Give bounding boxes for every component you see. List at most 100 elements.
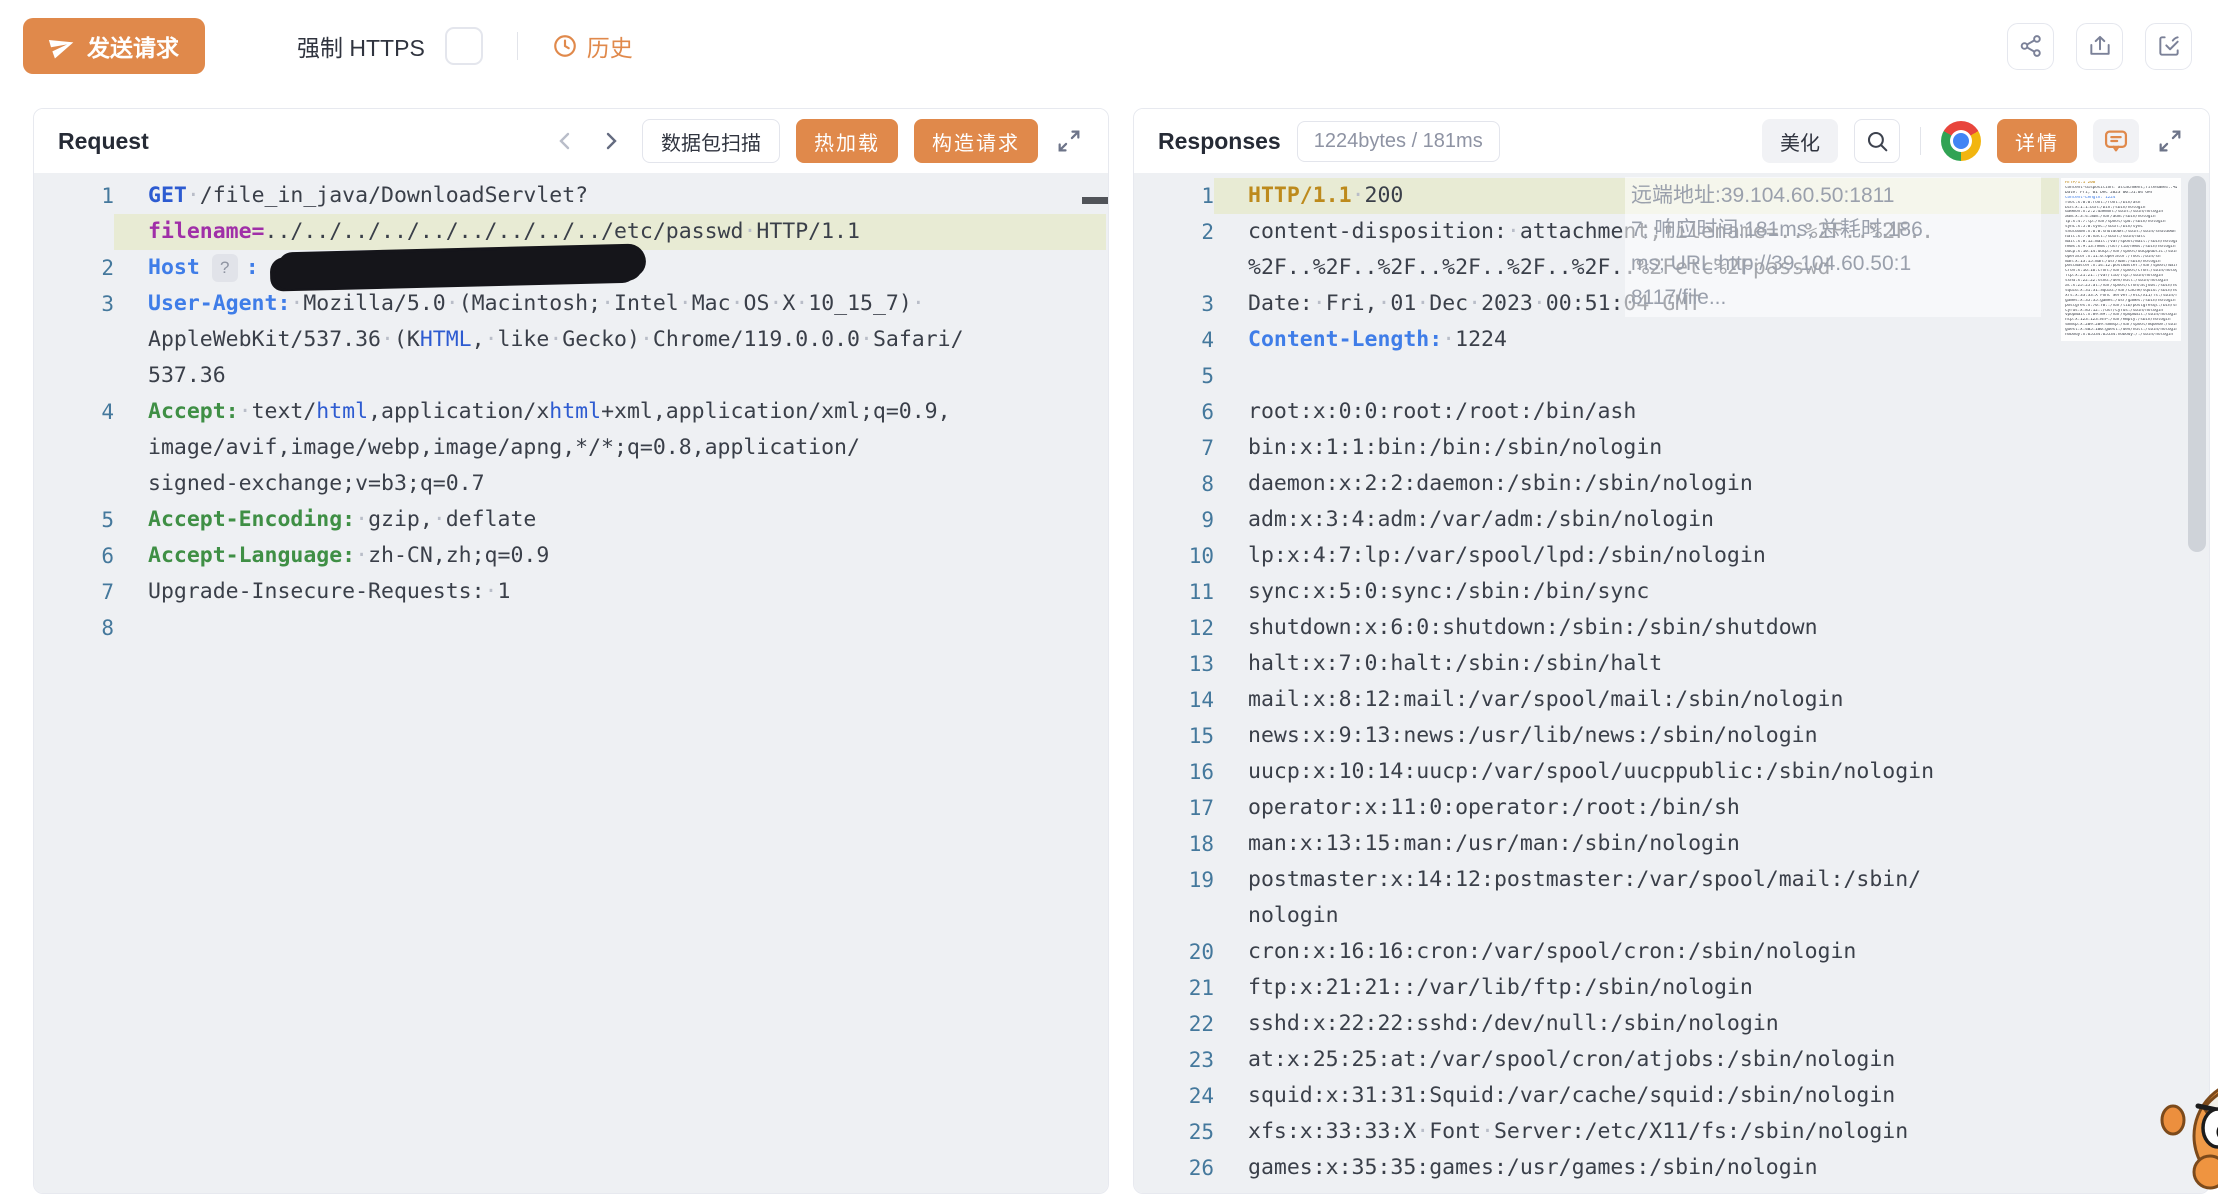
request-editor[interactable]: 1GET·/file_in_java/DownloadServlet?filen… (34, 173, 1108, 1193)
code-line[interactable]: 17operator:x:11:0:operator:/root:/bin/sh (1134, 790, 2209, 826)
code-line-text: Content-Length:·1224 (1214, 322, 2059, 358)
code-line[interactable]: 10lp:x:4:7:lp:/var/spool/lpd:/sbin/nolog… (1134, 538, 2209, 574)
code-line[interactable]: signed-exchange;v=b3;q=0.7 (34, 466, 1108, 502)
code-line[interactable]: 20cron:x:16:16:cron:/var/spool/cron:/sbi… (1134, 934, 2209, 970)
code-line[interactable]: 25xfs:x:33:33:X·Font·Server:/etc/X11/fs:… (1134, 1114, 2209, 1150)
construct-request-button[interactable]: 构造请求 (914, 119, 1038, 163)
code-line-text: operator:x:11:0:operator:/root:/bin/sh (1214, 790, 2059, 826)
request-scrollbar-thumb[interactable] (1082, 197, 1108, 204)
code-line[interactable]: 19postmaster:x:14:12:postmaster:/var/spo… (1134, 862, 2209, 898)
code-line[interactable]: 13halt:x:7:0:halt:/sbin:/sbin/halt (1134, 646, 2209, 682)
mascot-fox[interactable] (2160, 1074, 2218, 1196)
code-line[interactable]: 5 (1134, 358, 2209, 394)
code-line[interactable]: image/avif,image/webp,image/apng,*/*;q=0… (34, 430, 1108, 466)
code-line[interactable]: 9adm:x:3:4:adm:/var/adm:/sbin/nologin (1134, 502, 2209, 538)
comment-button[interactable] (2093, 119, 2139, 163)
code-token: bin:x:1:1:bin:/bin:/sbin/nologin (1248, 435, 1662, 460)
code-line[interactable]: 15news:x:9:13:news:/usr/lib/news:/sbin/n… (1134, 718, 2209, 754)
response-expand-icon[interactable] (2155, 123, 2185, 159)
code-line[interactable]: 5Accept-Encoding:·gzip,·deflate (34, 502, 1108, 538)
line-number: 2 (1134, 214, 1214, 250)
code-line[interactable]: 23at:x:25:25:at:/var/spool/cron/atjobs:/… (1134, 1042, 2209, 1078)
code-line[interactable]: 6Accept-Language:·zh-CN,zh;q=0.9 (34, 538, 1108, 574)
code-line[interactable]: 6root:x:0:0:root:/root:/bin/ash (1134, 394, 2209, 430)
detail-button[interactable]: 详情 (1997, 119, 2077, 163)
code-line-text: games:x:35:35:games:/usr/games:/sbin/nol… (1214, 1150, 2059, 1186)
code-line[interactable]: nologin (1134, 898, 2209, 934)
code-line[interactable]: AppleWebKit/537.36·(KHTML,·like·Gecko)·C… (34, 322, 1108, 358)
overlay-info-line: ms; URL:http://39.104.60.50:1 (1631, 247, 2035, 281)
response-scrollbar-thumb[interactable] (2188, 176, 2206, 552)
share-button[interactable] (2007, 23, 2054, 70)
line-number (34, 322, 114, 358)
code-line[interactable]: 12shutdown:x:6:0:shutdown:/sbin:/sbin/sh… (1134, 610, 2209, 646)
code-token: ·/file_in_java/DownloadServlet? (187, 183, 588, 208)
search-button[interactable] (1854, 119, 1900, 163)
code-line[interactable]: 8 (34, 610, 1108, 646)
next-request-button[interactable] (596, 123, 626, 159)
code-line[interactable]: 7Upgrade-Insecure-Requests:·1 (34, 574, 1108, 610)
top-toolbar: 发送请求 强制 HTTPS 历史 (23, 16, 2192, 76)
line-number: 9 (1134, 502, 1214, 538)
history-button[interactable]: 历史 (552, 29, 633, 63)
prev-request-button[interactable] (550, 123, 580, 159)
line-number: 6 (1134, 394, 1214, 430)
response-minimap[interactable]: HTTP/1.1 200content-disposition: attachm… (2061, 178, 2181, 341)
packet-scan-button[interactable]: 数据包扫描 (642, 119, 780, 163)
line-number: 2 (34, 250, 114, 286)
import-button[interactable] (2145, 23, 2192, 70)
code-line-text: image/avif,image/webp,image/apng,*/*;q=0… (114, 430, 1106, 466)
line-number: 4 (1134, 322, 1214, 358)
code-line[interactable]: 16uucp:x:10:14:uucp:/var/spool/uucppubli… (1134, 754, 2209, 790)
whitespace-dot: · (860, 327, 873, 352)
code-token: filename= (148, 219, 265, 244)
whitespace-dot: · (1468, 291, 1481, 316)
code-token: ·zh-CN,zh;q=0.9 (355, 543, 549, 568)
line-number: 21 (1134, 970, 1214, 1006)
whitespace-dot: · (187, 183, 200, 208)
send-request-button[interactable]: 发送请求 (23, 18, 205, 74)
code-token: lp:x:4:7:lp:/var/spool/lpd:/sbin/nologin (1248, 543, 1766, 568)
code-line[interactable]: 537.36 (34, 358, 1108, 394)
line-number: 23 (1134, 1042, 1214, 1078)
whitespace-dot: · (433, 507, 446, 532)
code-line[interactable]: 7bin:x:1:1:bin:/bin:/sbin/nologin (1134, 430, 2209, 466)
chrome-icon[interactable] (1941, 121, 1981, 161)
code-line[interactable]: 21ftp:x:21:21::/var/lib/ftp:/sbin/nologi… (1134, 970, 2209, 1006)
code-line[interactable]: 2Host?: (34, 250, 1108, 286)
code-line[interactable]: 24squid:x:31:31:Squid:/var/cache/squid:/… (1134, 1078, 2209, 1114)
code-line[interactable]: 8daemon:x:2:2:daemon:/sbin:/sbin/nologin (1134, 466, 2209, 502)
code-line-text: news:x:9:13:news:/usr/lib/news:/sbin/nol… (1214, 718, 2059, 754)
code-line[interactable]: 4Content-Length:·1224 (1134, 322, 2209, 358)
whitespace-dot: · (731, 291, 744, 316)
code-line[interactable]: 3User-Agent:·Mozilla/5.0·(Macintosh;·Int… (34, 286, 1108, 322)
whitespace-dot: · (290, 291, 303, 316)
code-line[interactable]: 27postgres:x:70:70::/var/lib/postgresql:… (1134, 1186, 2209, 1194)
line-number (1134, 898, 1214, 934)
question-badge-icon[interactable]: ? (212, 254, 238, 282)
response-editor[interactable]: 远端地址:39.104.60.50:18117; 响应时间:181ms; 总耗时… (1134, 173, 2209, 1193)
request-expand-icon[interactable] (1054, 123, 1084, 159)
code-line[interactable]: 26games:x:35:35:games:/usr/games:/sbin/n… (1134, 1150, 2209, 1186)
export-button[interactable] (2076, 23, 2123, 70)
code-line-text: squid:x:31:31:Squid:/var/cache/squid:/sb… (1214, 1078, 2059, 1114)
code-token: ,application/x (368, 399, 549, 424)
code-line[interactable]: filename=../../../../../../../../../etc/… (34, 214, 1108, 250)
code-line[interactable]: 22sshd:x:22:22:sshd:/dev/null:/sbin/nolo… (1134, 1006, 2209, 1042)
code-line-text: Host?: (114, 250, 1106, 286)
code-line[interactable]: 18man:x:13:15:man:/usr/man:/sbin/nologin (1134, 826, 2209, 862)
force-https-checkbox[interactable] (445, 27, 483, 65)
beautify-button[interactable]: 美化 (1762, 119, 1838, 163)
code-line[interactable]: 4Accept:·text/html,application/xhtml+xml… (34, 394, 1108, 430)
code-line-text: at:x:25:25:at:/var/spool/cron/atjobs:/sb… (1214, 1042, 2059, 1078)
code-line[interactable]: 11sync:x:5:0:sync:/sbin:/bin/sync (1134, 574, 2209, 610)
code-token: HTML (420, 327, 472, 352)
line-number: 4 (34, 394, 114, 430)
overlay-info-line: 远端地址:39.104.60.50:1811 (1631, 179, 2035, 213)
hot-reload-button[interactable]: 热加载 (796, 119, 898, 163)
code-line[interactable]: 14mail:x:8:12:mail:/var/spool/mail:/sbin… (1134, 682, 2209, 718)
code-line-text: mail:x:8:12:mail:/var/spool/mail:/sbin/n… (1214, 682, 2059, 718)
code-line-text: User-Agent:·Mozilla/5.0·(Macintosh;·Inte… (114, 286, 1106, 322)
line-number: 22 (1134, 1006, 1214, 1042)
code-line[interactable]: 1GET·/file_in_java/DownloadServlet? (34, 178, 1108, 214)
